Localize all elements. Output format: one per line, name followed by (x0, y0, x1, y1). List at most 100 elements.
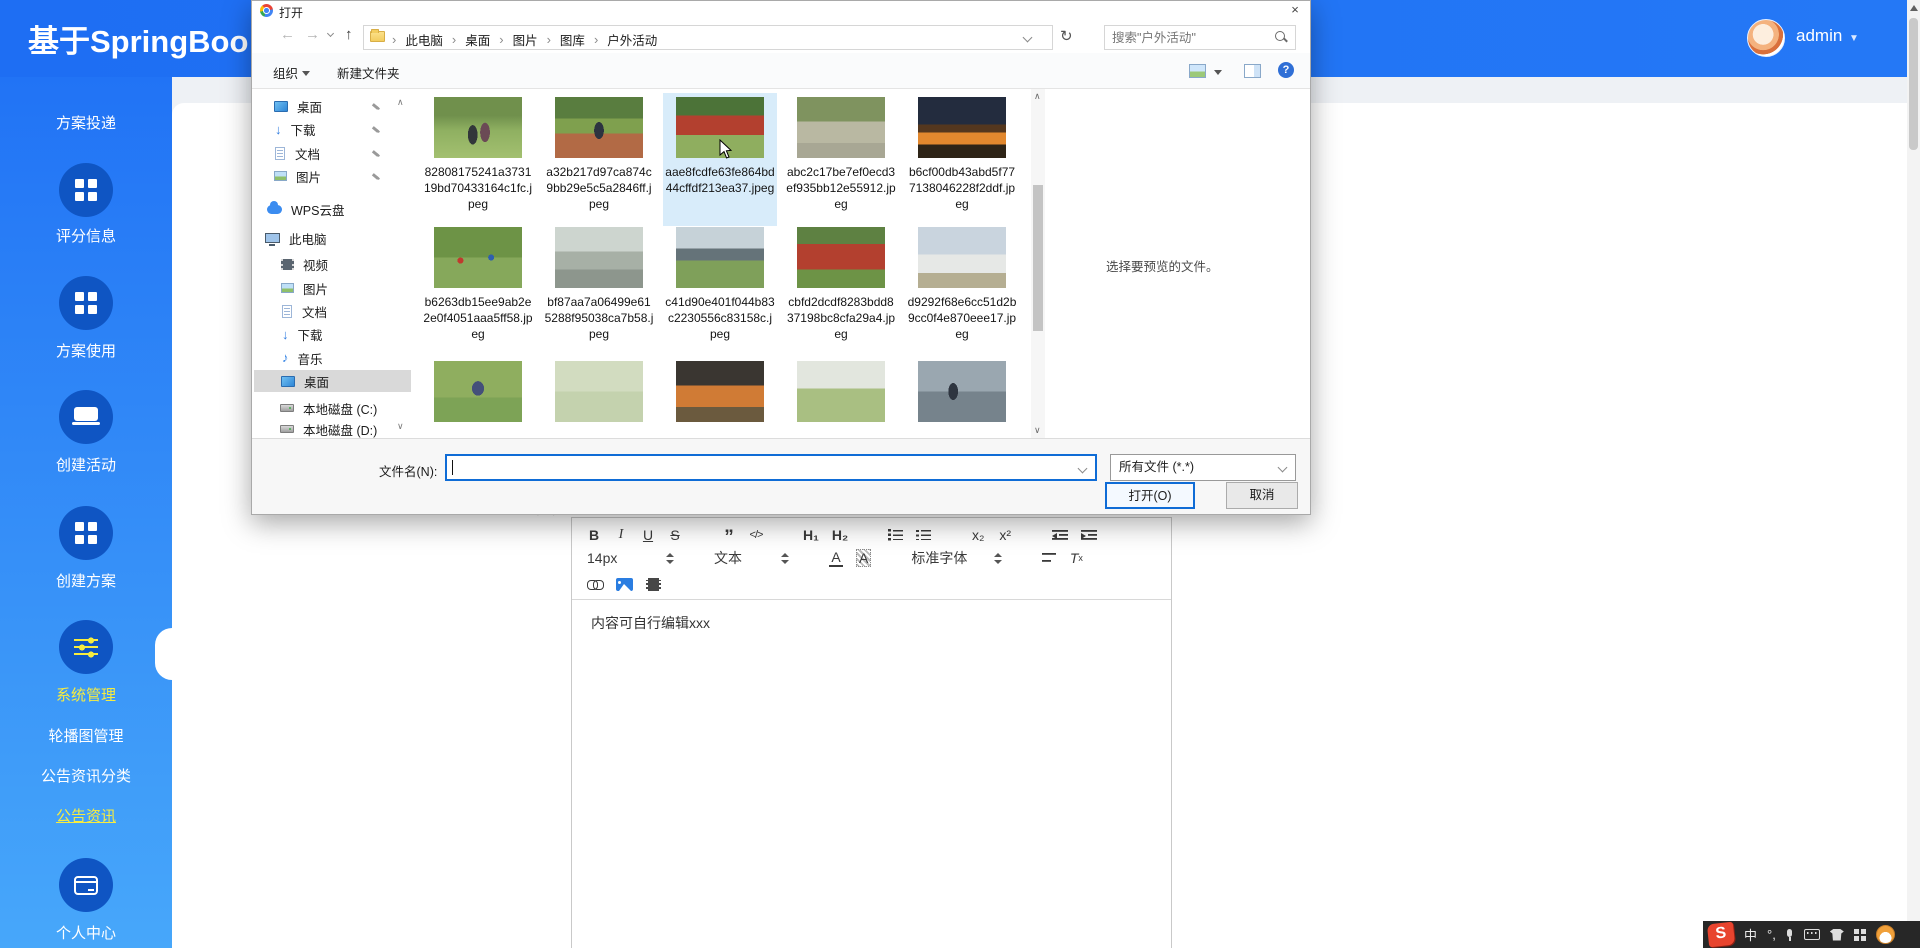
tree-item-desktop-pinned[interactable]: 桌面 (254, 95, 411, 117)
forward-icon[interactable]: → (305, 26, 320, 43)
scroll-down-icon[interactable]: ∨ (1034, 425, 1041, 436)
subscript-icon[interactable]: x₂ (971, 526, 985, 544)
file-open-dialog[interactable]: 打开 × ← → ↑ › 此电脑 › 桌面 › 图片 › 图库 › 户外活动 ↻… (251, 0, 1311, 515)
card-icon[interactable] (59, 858, 113, 912)
new-folder-button[interactable]: 新建文件夹 (337, 63, 400, 82)
file-thumbnail[interactable] (434, 97, 522, 158)
tree-scroll-down-icon[interactable]: ∨ (397, 421, 404, 432)
address-chevron-icon[interactable] (1023, 33, 1033, 43)
file-name[interactable]: 82808175241a373119bd70433164c1fc.jpeg (423, 164, 533, 212)
highlight-icon[interactable]: A (856, 549, 871, 567)
emoji-avatar-icon[interactable] (1876, 925, 1895, 944)
file-thumbnail[interactable] (797, 97, 885, 158)
recent-locations-chevron[interactable] (327, 30, 334, 37)
stepper-icon[interactable] (666, 553, 674, 564)
tree-item-pictures[interactable]: 图片 (254, 277, 411, 299)
file-thumbnail[interactable] (918, 227, 1006, 288)
outdent-icon[interactable] (1052, 529, 1068, 541)
file-thumbnail[interactable] (555, 97, 643, 158)
tree-item-this-pc[interactable]: 此电脑 (254, 227, 411, 249)
code-icon[interactable]: </> (749, 526, 763, 544)
file-thumbnail[interactable] (676, 361, 764, 422)
underline-icon[interactable]: U (641, 526, 655, 544)
sidebar-item-chuangjianhuodong[interactable]: 创建活动 (0, 454, 172, 475)
tree-item-documents[interactable]: 文档 (254, 300, 411, 322)
font-color-icon[interactable]: A (829, 549, 843, 567)
file-thumbnail[interactable] (434, 361, 522, 422)
breadcrumb-outdoor[interactable]: 户外活动 (607, 30, 657, 49)
sidebar-item-pingfenxinxi[interactable]: 评分信息 (0, 225, 172, 246)
file-name[interactable]: b6263db15ee9ab2e2e0f4051aaa5ff58.jpeg (423, 294, 533, 342)
search-icon[interactable] (1275, 31, 1288, 44)
shop-icon[interactable] (59, 390, 113, 444)
microphone-icon[interactable] (1786, 929, 1794, 941)
stepper-icon[interactable] (994, 553, 1002, 564)
heading2-icon[interactable]: H₂ (832, 526, 848, 544)
file-thumbnail[interactable] (555, 361, 643, 422)
refresh-icon[interactable]: ↻ (1060, 27, 1073, 45)
align-icon[interactable] (1042, 553, 1056, 563)
file-name[interactable]: cbfd2dcdf8283bdd837198bc8cfa29a4.jpeg (786, 294, 896, 342)
tree-item-wps-cloud[interactable]: WPS云盘 (254, 198, 411, 220)
sidebar-item-chuangjianfangan[interactable]: 创建方案 (0, 570, 172, 591)
font-family-select[interactable]: 标准字体 (911, 549, 973, 567)
file-thumbnail[interactable] (434, 227, 522, 288)
strikethrough-icon[interactable]: S (668, 526, 682, 544)
clear-format-icon[interactable]: Tx (1069, 549, 1083, 567)
image-icon[interactable] (616, 578, 633, 591)
help-icon[interactable]: ? (1278, 62, 1294, 78)
organize-button[interactable]: 组织 (273, 63, 310, 82)
preview-pane-icon[interactable] (1244, 64, 1261, 78)
tree-item-drive-d[interactable]: 本地磁盘 (D:) (254, 418, 411, 440)
file-name[interactable]: bf87aa7a06499e615288f95038ca7b58.jpeg (544, 294, 654, 342)
search-box[interactable] (1104, 25, 1296, 50)
address-bar[interactable]: › 此电脑 › 桌面 › 图片 › 图库 › 户外活动 (363, 25, 1053, 50)
ime-mode-toggle[interactable]: 中 (1744, 925, 1757, 944)
open-button[interactable]: 打开(O) (1105, 482, 1195, 509)
file-thumbnail[interactable] (918, 361, 1006, 422)
indent-icon[interactable] (1081, 529, 1097, 541)
blockquote-icon[interactable]: ” (722, 529, 736, 547)
link-icon[interactable] (587, 578, 603, 590)
tree-item-documents-pinned[interactable]: 文档 (254, 142, 411, 164)
sogou-logo[interactable]: S (1707, 922, 1735, 948)
scroll-up-icon[interactable] (1910, 5, 1918, 11)
user-menu[interactable]: admin (1796, 26, 1842, 46)
file-name[interactable]: b6cf00db43abd5f777138046228f2ddf.jpeg (907, 164, 1017, 212)
scrollbar-thumb[interactable] (1033, 185, 1043, 331)
breadcrumb-this-pc[interactable]: 此电脑 (405, 30, 443, 49)
sidebar-item-gerenzhongxin[interactable]: 个人中心 (0, 922, 172, 943)
file-thumbnail[interactable] (797, 227, 885, 288)
scroll-up-icon[interactable]: ∧ (1034, 91, 1041, 102)
skin-icon[interactable] (1830, 929, 1844, 941)
file-name[interactable]: abc2c17be7ef0ecd3ef935bb12e55912.jpeg (786, 164, 896, 212)
close-icon[interactable]: × (1286, 2, 1304, 18)
tree-item-downloads[interactable]: ↓下载 (254, 323, 411, 345)
bold-icon[interactable]: B (587, 526, 601, 544)
text-style-select[interactable]: 文本 (714, 549, 760, 567)
rich-text-editor[interactable]: B I U S ” </> H₁ H₂ x₂ x² 14px 文本 A A 标准… (571, 517, 1172, 948)
file-name[interactable]: a32b217d97ca874c9bb29e5c5a2846ff.jpeg (544, 164, 654, 212)
filetype-select[interactable]: 所有文件 (*.*) (1110, 454, 1296, 481)
sliders-icon[interactable] (59, 620, 113, 674)
tree-item-desktop-selected[interactable]: 桌面 (254, 370, 411, 392)
file-thumbnail[interactable] (918, 97, 1006, 158)
file-name[interactable]: d9292f68e6cc51d2b9cc0f4e870eee17.jpeg (907, 294, 1017, 342)
ordered-list-icon[interactable] (888, 529, 903, 541)
video-icon[interactable] (646, 578, 661, 591)
tree-item-downloads-pinned[interactable]: ↓下载 (254, 118, 411, 140)
breadcrumb-gallery[interactable]: 图库 (560, 30, 585, 49)
keyboard-icon[interactable] (1804, 929, 1820, 940)
grid-icon[interactable] (59, 163, 113, 217)
up-icon[interactable]: ↑ (345, 26, 353, 43)
sidebar-item-gonggaozixun[interactable]: 公告资讯 (0, 805, 172, 826)
file-thumbnail[interactable] (555, 227, 643, 288)
sidebar-item-fangantoudi[interactable]: 方案投递 (0, 112, 172, 133)
search-input[interactable] (1107, 27, 1267, 48)
tree-item-drive-c[interactable]: 本地磁盘 (C:) (254, 397, 411, 419)
chevron-down-icon[interactable]: ▼ (1849, 33, 1859, 44)
stepper-icon[interactable] (781, 553, 789, 564)
sidebar-item-fanganshiyong[interactable]: 方案使用 (0, 340, 172, 361)
italic-icon[interactable]: I (614, 526, 628, 544)
tree-item-pictures-pinned[interactable]: 图片 (254, 165, 411, 187)
